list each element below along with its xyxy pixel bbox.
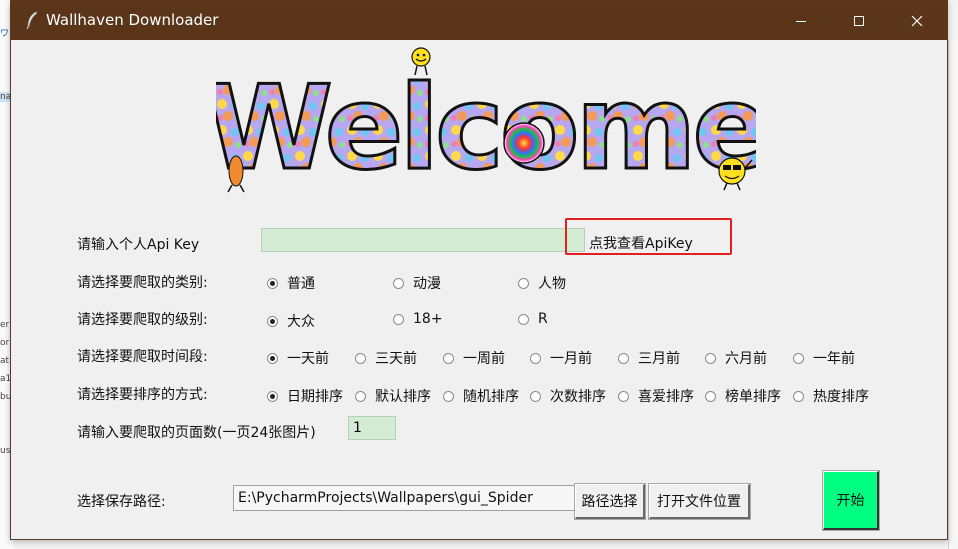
radio-label: 榜单排序	[725, 389, 781, 405]
radio-label: 日期排序	[287, 389, 343, 405]
choose-path-button[interactable]: 路径选择	[574, 483, 646, 520]
radio-indicator	[793, 352, 804, 364]
radio-time-1y[interactable]: 一年前	[793, 348, 855, 368]
radio-sort-date[interactable]: 日期排序	[267, 386, 343, 406]
radio-label: 一月前	[550, 351, 592, 367]
api-key-input[interactable]	[261, 228, 585, 252]
radio-label: 一年前	[813, 351, 855, 367]
radio-label: 大众	[287, 314, 315, 330]
close-icon	[911, 15, 923, 26]
radio-indicator	[705, 390, 716, 402]
radio-label: R	[538, 311, 548, 327]
pages-input[interactable]	[348, 416, 396, 440]
radio-selected-indicator	[267, 277, 278, 289]
radio-indicator	[618, 352, 629, 364]
radio-label: 三天前	[375, 351, 417, 367]
radio-selected-indicator	[267, 352, 278, 364]
maximize-icon	[854, 15, 864, 26]
radio-label: 默认排序	[375, 389, 431, 405]
time-range-label: 请选择要爬取时间段:	[77, 349, 208, 365]
radio-sort-default[interactable]: 默认排序	[355, 386, 431, 406]
radio-label: 三月前	[638, 351, 680, 367]
radio-label: 次数排序	[550, 389, 606, 405]
radio-sort-toplist[interactable]: 榜单排序	[705, 386, 781, 406]
api-key-label: 请输入个人Api Key	[77, 237, 200, 253]
radio-indicator	[518, 313, 529, 325]
radio-label: 一周前	[463, 351, 505, 367]
radio-label: 随机排序	[463, 389, 519, 405]
radio-indicator	[443, 352, 454, 364]
radio-sort-hot[interactable]: 热度排序	[793, 386, 869, 406]
radio-indicator	[618, 390, 629, 402]
minimize-button[interactable]	[778, 1, 824, 40]
radio-purity-sketchy[interactable]: 18+	[393, 311, 443, 327]
radio-indicator	[530, 390, 541, 402]
radio-indicator	[793, 390, 804, 402]
radio-label: 六月前	[725, 351, 767, 367]
target-decoration	[503, 122, 545, 164]
radio-category-normal[interactable]: 普通	[267, 273, 315, 293]
radio-purity-r[interactable]: R	[518, 311, 548, 327]
radio-time-1m[interactable]: 一月前	[530, 348, 592, 368]
view-api-key-link[interactable]: 点我查看ApiKey	[589, 233, 693, 253]
background-window-edge-right	[948, 40, 958, 549]
save-path-label: 选择保存路径:	[77, 494, 166, 510]
radio-indicator	[530, 352, 541, 364]
minimize-icon	[796, 20, 806, 22]
radio-time-1d[interactable]: 一天前	[267, 348, 329, 368]
feather-icon	[26, 11, 38, 29]
radio-label: 18+	[413, 311, 443, 327]
sorting-label: 请选择要排序的方式:	[77, 387, 208, 403]
radio-label: 普通	[287, 276, 315, 292]
radio-indicator	[355, 390, 366, 402]
radio-indicator	[355, 352, 366, 364]
close-button[interactable]	[894, 1, 940, 40]
radio-label: 动漫	[413, 276, 441, 292]
maximize-button[interactable]	[836, 1, 882, 40]
radio-sort-views[interactable]: 次数排序	[530, 386, 606, 406]
radio-category-people[interactable]: 人物	[518, 273, 566, 293]
radio-indicator	[705, 352, 716, 364]
save-path-input[interactable]	[233, 485, 575, 511]
open-folder-button[interactable]: 打开文件位置	[648, 483, 751, 520]
radio-indicator	[443, 390, 454, 402]
radio-indicator	[393, 313, 404, 325]
radio-label: 人物	[538, 276, 566, 292]
welcome-banner: Welcome	[216, 47, 756, 194]
radio-time-3d[interactable]: 三天前	[355, 348, 417, 368]
category-label: 请选择要爬取的类别:	[77, 275, 208, 291]
radio-label: 一天前	[287, 351, 329, 367]
radio-category-anime[interactable]: 动漫	[393, 273, 441, 293]
radio-selected-indicator	[267, 315, 278, 327]
pages-label: 请输入要爬取的页面数(一页24张图片)	[77, 425, 316, 441]
radio-time-3m[interactable]: 三月前	[618, 348, 680, 368]
start-button[interactable]: 开始	[822, 470, 880, 531]
title-bar[interactable]: Wallhaven Downloader	[11, 1, 947, 40]
radio-label: 喜爱排序	[638, 389, 694, 405]
radio-time-1w[interactable]: 一周前	[443, 348, 505, 368]
radio-sort-favorites[interactable]: 喜爱排序	[618, 386, 694, 406]
purity-label: 请选择要爬取的级别:	[77, 312, 208, 328]
radio-purity-sfw[interactable]: 大众	[267, 311, 315, 331]
radio-sort-random[interactable]: 随机排序	[443, 386, 519, 406]
welcome-text: Welcome	[216, 61, 756, 194]
radio-indicator	[393, 277, 404, 289]
radio-indicator	[518, 277, 529, 289]
radio-selected-indicator	[267, 390, 278, 402]
radio-time-6m[interactable]: 六月前	[705, 348, 767, 368]
radio-label: 热度排序	[813, 389, 869, 405]
app-window: Wallhaven Downloader Welcome 请输入个人Api Ke…	[10, 0, 948, 540]
window-title: Wallhaven Downloader	[46, 11, 219, 29]
